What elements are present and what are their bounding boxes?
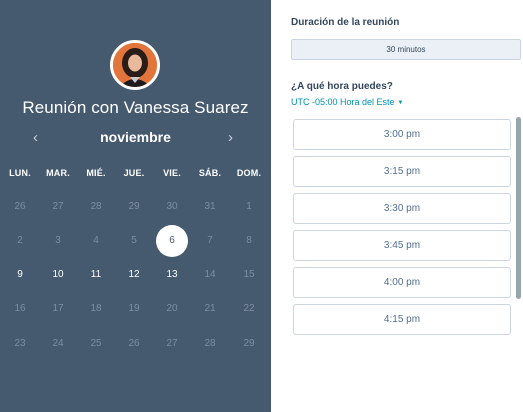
calendar-day: 27	[52, 201, 64, 212]
calendar-day: 24	[52, 338, 64, 349]
duration-label: Duración de la reunión	[291, 17, 400, 28]
calendar-day: 7	[207, 235, 213, 246]
calendar-day-selected[interactable]: 6	[156, 225, 188, 257]
booking-panel: Duración de la reunión 30 minutos ¿A qué…	[271, 0, 523, 412]
calendar-day: 5	[131, 235, 137, 246]
calendar-day: 29	[243, 338, 255, 349]
calendar-day: 16	[14, 303, 26, 314]
calendar-day: 15	[243, 269, 255, 280]
weekday-label: MIÉ.	[86, 168, 106, 178]
calendar-day: 25	[90, 338, 102, 349]
time-question: ¿A qué hora puedes?	[291, 81, 393, 92]
calendar-day: 29	[128, 201, 140, 212]
calendar-day: 28	[90, 201, 102, 212]
caret-down-icon: ▼	[397, 99, 404, 106]
calendar-day: 20	[166, 303, 178, 314]
calendar-day: 26	[128, 338, 140, 349]
calendar-day: 31	[204, 201, 216, 212]
calendar-day: 21	[204, 303, 216, 314]
calendar-day: 30	[166, 201, 178, 212]
avatar-portrait-icon	[113, 43, 157, 87]
calendar-day: 14	[204, 269, 216, 280]
time-slot-button[interactable]: 4:15 pm	[293, 304, 511, 335]
duration-select[interactable]: 30 minutos	[291, 39, 521, 60]
calendar-day[interactable]: 10	[42, 259, 74, 291]
calendar-day: 2	[17, 235, 23, 246]
calendar-day: 28	[204, 338, 216, 349]
weekday-label: JUE.	[123, 168, 145, 178]
calendar-day: 26	[14, 201, 26, 212]
calendar-day: 22	[243, 303, 255, 314]
calendar-day[interactable]: 12	[118, 259, 150, 291]
weekday-label: VIE.	[163, 168, 181, 178]
calendar-day[interactable]: 11	[80, 259, 112, 291]
timezone-label: UTC -05:00 Hora del Este	[291, 97, 395, 107]
time-slot-button[interactable]: 3:00 pm	[293, 119, 511, 150]
calendar-day[interactable]: 13	[156, 259, 188, 291]
time-slot-button[interactable]: 4:00 pm	[293, 267, 511, 298]
meeting-title: Reunión con Vanessa Suarez	[22, 98, 249, 117]
weekday-label: LUN.	[9, 168, 31, 178]
calendar-panel: Reunión con Vanessa Suarez ‹ noviembre ›…	[0, 0, 271, 412]
slot-list-scrollbar[interactable]	[516, 117, 521, 299]
calendar-day: 19	[128, 303, 140, 314]
weekday-label: DOM.	[236, 168, 262, 178]
time-slot-button[interactable]: 3:15 pm	[293, 156, 511, 187]
calendar-day: 3	[55, 235, 61, 246]
calendar-day: 27	[166, 338, 178, 349]
calendar-day: 4	[93, 235, 99, 246]
timezone-dropdown[interactable]: UTC -05:00 Hora del Este ▼	[291, 97, 404, 107]
weekday-label: SÁB.	[198, 168, 222, 178]
time-slot-button[interactable]: 3:30 pm	[293, 193, 511, 224]
avatar	[110, 40, 160, 90]
calendar-day: 8	[246, 235, 252, 246]
time-slot-button[interactable]: 3:45 pm	[293, 230, 511, 261]
next-month-button[interactable]: ›	[228, 128, 233, 148]
calendar-day: 23	[14, 338, 26, 349]
calendar-day[interactable]: 9	[4, 259, 36, 291]
weekday-label: MAR.	[46, 168, 70, 178]
calendar-day: 17	[52, 303, 64, 314]
calendar-day: 18	[90, 303, 102, 314]
chevron-right-icon: ›	[228, 129, 233, 146]
calendar-day: 1	[246, 201, 252, 212]
